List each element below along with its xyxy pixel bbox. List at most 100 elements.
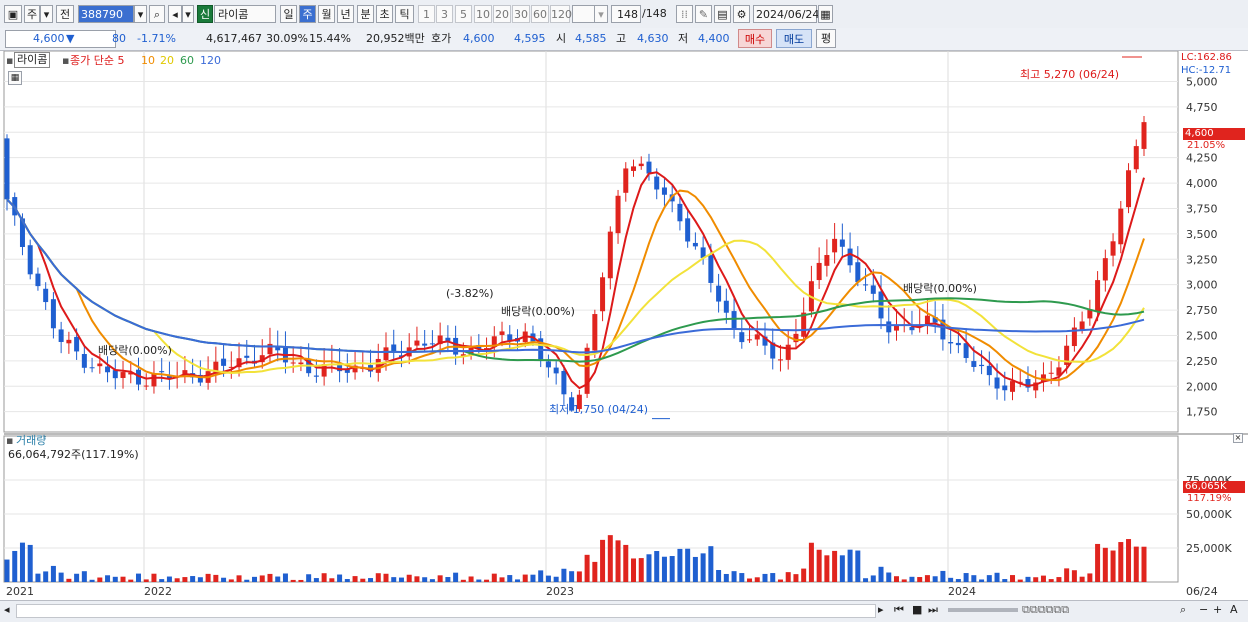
chevron-down-icon[interactable]: ▾ (594, 5, 608, 23)
volume-bar (499, 577, 505, 582)
candle-body (298, 362, 304, 365)
volume-bar (1087, 573, 1093, 582)
volume-bar (321, 573, 327, 582)
candle-body (50, 299, 56, 329)
candle-body (561, 370, 567, 395)
legend-ma10: 10 (141, 54, 155, 67)
save-icon[interactable]: ▤ (714, 5, 731, 23)
price-tick-label: 3,500 (1186, 228, 1218, 241)
font-size-icon[interactable]: A (1230, 601, 1238, 619)
volume-bar (607, 535, 613, 582)
draw-tool-icon[interactable]: ✎ (695, 5, 712, 23)
period-tick[interactable]: 틱 (395, 5, 414, 23)
speaker-icon[interactable]: ◂ (168, 5, 182, 23)
scroll-right-icon[interactable]: ▸ (878, 601, 884, 619)
interval-3[interactable]: 3 (436, 5, 453, 23)
interval-120[interactable]: 120 (550, 5, 572, 23)
x-tick-label: 06/24 (1186, 585, 1218, 598)
scrollbar-track[interactable] (16, 604, 876, 618)
volume-bar (1126, 539, 1132, 582)
search-icon[interactable]: ⌕ (149, 5, 165, 23)
search-icon[interactable]: ⌕ (1180, 601, 1186, 619)
chevron-down-icon[interactable]: ▾ (40, 5, 53, 23)
volume-bar (190, 576, 196, 582)
mode-selector[interactable]: 주 (24, 5, 40, 23)
volume-bar (298, 579, 304, 582)
volume-bar (429, 579, 435, 582)
volume-bar (1095, 543, 1101, 582)
open-label: 시 (556, 32, 567, 45)
candle-body (955, 342, 961, 346)
volume-bar (468, 576, 474, 582)
candle-body (600, 277, 606, 312)
toolbar-icons[interactable]: ⧉⧉⧉⧉⧉⧉ (1022, 601, 1069, 619)
stop-icon[interactable]: ■ (912, 601, 922, 619)
volume-bar (391, 577, 397, 582)
count-input[interactable]: 148 (611, 5, 641, 23)
average-button[interactable]: 평 (816, 29, 836, 48)
zoom-slider[interactable] (948, 608, 1018, 612)
legend-stock-name: 라이콤 (14, 52, 51, 68)
volume-bar (360, 578, 366, 582)
period-minute[interactable]: 분 (357, 5, 374, 23)
candle-body (592, 314, 598, 351)
volume-bar (716, 570, 722, 582)
chevron-down-icon[interactable]: ▾ (182, 5, 194, 23)
gear-icon[interactable]: ⚙ (733, 5, 750, 23)
volume-pct: 30.09% (266, 32, 308, 45)
candle-body (785, 344, 791, 360)
table-icon[interactable]: ▦ (8, 71, 22, 85)
candle-body (731, 311, 737, 330)
zoom-in-icon[interactable]: + (1213, 601, 1222, 619)
candle-body (708, 255, 714, 283)
prev-button[interactable]: 전 (56, 5, 74, 23)
zoom-out-icon[interactable]: − (1199, 601, 1208, 619)
volume-bar (1102, 547, 1108, 582)
volume-bar (576, 571, 582, 582)
volume-bar (50, 565, 56, 582)
code-dropdown-icon[interactable]: ▾ (134, 5, 147, 23)
candle-body (615, 195, 621, 234)
close-icon[interactable]: × (1233, 433, 1243, 443)
period-week[interactable]: 주 (299, 5, 316, 23)
volume-bar (221, 577, 227, 582)
candle-body (97, 363, 103, 367)
volume-bar (561, 568, 567, 582)
rewind-icon[interactable]: ⏮ (894, 601, 904, 619)
stock-code-input[interactable]: 388790 (78, 5, 134, 23)
sell-button[interactable]: 매도 (776, 29, 812, 48)
volume-bar (143, 579, 149, 582)
interval-10[interactable]: 10 (474, 5, 492, 23)
period-second[interactable]: 초 (376, 5, 393, 23)
period-day[interactable]: 일 (280, 5, 297, 23)
period-year[interactable]: 년 (337, 5, 354, 23)
market-badge: 신 (197, 5, 213, 23)
window-icon[interactable]: ▣ (4, 5, 22, 23)
candle-body (832, 238, 838, 253)
forward-icon[interactable]: ⏭ (928, 601, 938, 619)
interval-30[interactable]: 30 (512, 5, 530, 23)
candle-body (1010, 381, 1016, 392)
interval-60[interactable]: 60 (531, 5, 549, 23)
volume-bar (329, 578, 335, 582)
candle-body (1141, 122, 1147, 149)
stock-name-field[interactable]: 라이콤 (214, 5, 276, 23)
volume-tick-label: 25,000K (1186, 542, 1232, 555)
period-month[interactable]: 월 (318, 5, 335, 23)
date-input[interactable]: 2024/06/24 (753, 5, 819, 23)
interval-20[interactable]: 20 (493, 5, 511, 23)
calendar-icon[interactable]: ▦ (818, 5, 833, 23)
volume-bar (955, 579, 961, 582)
bid-price: 4,595 (514, 32, 546, 45)
interval-1[interactable]: 1 (418, 5, 435, 23)
volume-bar (592, 561, 598, 582)
current-volume-tag: 66,065K (1183, 481, 1245, 493)
interval-5[interactable]: 5 (455, 5, 472, 23)
candle-body (685, 218, 691, 242)
scroll-left-icon[interactable]: ◂ (4, 601, 10, 619)
grid-icon[interactable]: ⁞⁞ (676, 5, 693, 23)
buy-button[interactable]: 매수 (738, 29, 772, 48)
low-price: 4,400 (698, 32, 730, 45)
volume-bar (259, 575, 265, 582)
price-chart[interactable]: 2021 2022 2023 2024 06/24 1,750 2,000 2,250 2,50… (0, 51, 1248, 621)
